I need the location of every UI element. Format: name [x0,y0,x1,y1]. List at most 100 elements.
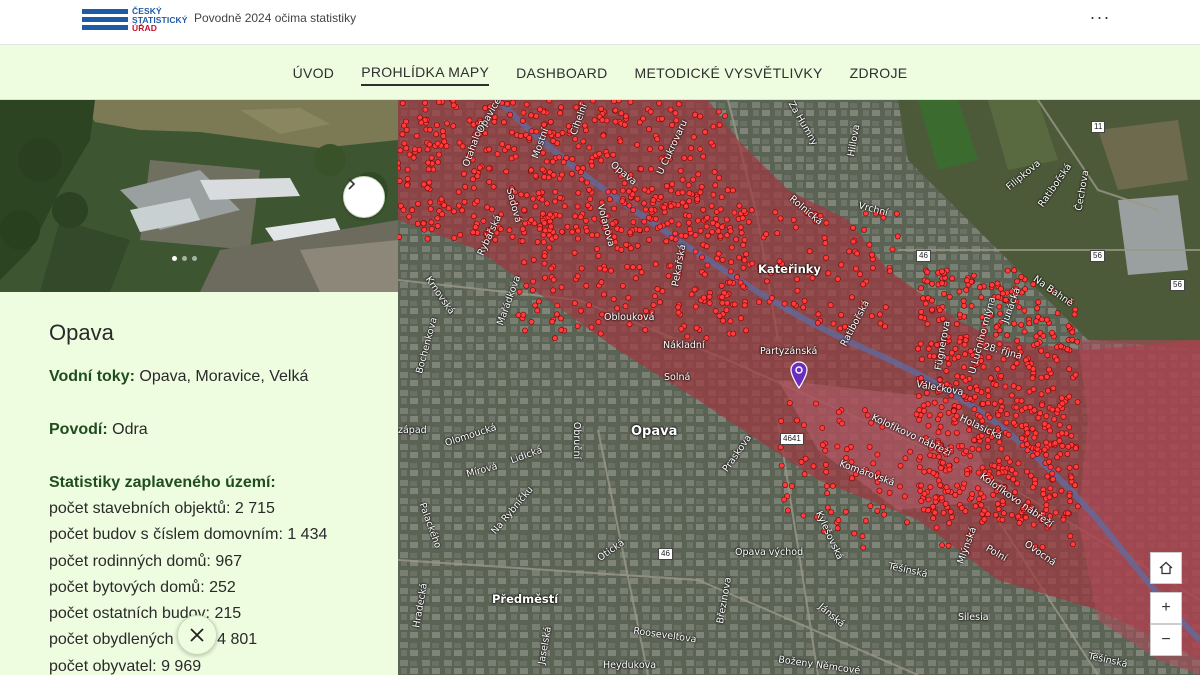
flooded-building-dot[interactable] [690,134,697,140]
flooded-building-dot[interactable] [539,166,546,173]
flooded-building-dot[interactable] [451,235,458,241]
flooded-building-dot[interactable] [1040,333,1047,339]
flooded-building-dot[interactable] [577,307,584,314]
flooded-building-dot[interactable] [461,171,467,177]
flooded-building-dot[interactable] [706,293,713,300]
flooded-building-dot[interactable] [544,200,550,207]
flooded-building-dot[interactable] [641,186,648,193]
flooded-building-dot[interactable] [938,494,945,501]
flooded-building-dot[interactable] [519,117,526,124]
flooded-building-dot[interactable] [996,457,1002,464]
flooded-building-dot[interactable] [518,191,525,198]
flooded-building-dot[interactable] [1028,472,1034,479]
flooded-building-dot[interactable] [942,397,949,404]
flooded-building-dot[interactable] [619,282,626,289]
flooded-building-dot[interactable] [578,265,585,272]
flooded-building-dot[interactable] [436,151,442,158]
flooded-building-dot[interactable] [688,291,695,298]
flooded-building-dot[interactable] [1059,400,1066,407]
flooded-building-dot[interactable] [398,160,401,166]
flooded-building-dot[interactable] [1056,437,1063,444]
flooded-building-dot[interactable] [549,158,556,165]
flooded-building-dot[interactable] [961,302,967,309]
flooded-building-dot[interactable] [967,384,973,391]
flooded-building-dot[interactable] [534,307,541,314]
flooded-building-dot[interactable] [924,269,931,276]
flooded-building-dot[interactable] [1058,343,1064,350]
flooded-building-dot[interactable] [825,270,832,277]
flooded-building-dot[interactable] [939,268,945,275]
flooded-building-dot[interactable] [401,140,408,147]
flooded-building-dot[interactable] [819,425,826,431]
flooded-building-dot[interactable] [806,248,813,255]
flooded-building-dot[interactable] [547,118,554,125]
flooded-building-dot[interactable] [554,302,561,309]
flooded-building-dot[interactable] [1067,498,1074,505]
flooded-building-dot[interactable] [1029,425,1036,432]
flooded-building-dot[interactable] [426,179,433,186]
carousel-next-button[interactable] [343,176,385,218]
flooded-building-dot[interactable] [998,373,1004,379]
flooded-building-dot[interactable] [981,516,988,523]
flooded-building-dot[interactable] [450,102,457,109]
flooded-building-dot[interactable] [626,202,633,209]
flooded-building-dot[interactable] [641,218,648,225]
flooded-building-dot[interactable] [1008,512,1015,518]
flooded-building-dot[interactable] [1073,463,1080,470]
flooded-building-dot[interactable] [586,302,592,308]
flooded-building-dot[interactable] [634,195,641,202]
flooded-building-dot[interactable] [612,107,619,114]
flooded-building-dot[interactable] [571,300,578,307]
flooded-building-dot[interactable] [1054,454,1061,461]
flooded-building-dot[interactable] [553,311,560,318]
flooded-building-dot[interactable] [962,377,969,384]
flooded-building-dot[interactable] [654,286,661,292]
flooded-building-dot[interactable] [866,241,873,248]
flooded-building-dot[interactable] [550,138,557,144]
flooded-building-dot[interactable] [698,183,705,190]
flooded-building-dot[interactable] [611,188,618,195]
flooded-building-dot[interactable] [550,172,557,178]
flooded-building-dot[interactable] [575,190,582,196]
flooded-building-dot[interactable] [669,122,675,128]
flooded-building-dot[interactable] [549,318,556,325]
flooded-building-dot[interactable] [440,133,447,140]
flooded-building-dot[interactable] [700,153,707,160]
flooded-building-dot[interactable] [942,500,949,507]
flooded-building-dot[interactable] [1044,352,1051,359]
flooded-building-dot[interactable] [823,254,829,261]
flooded-building-dot[interactable] [695,217,701,224]
flooded-building-dot[interactable] [945,430,951,437]
flooded-building-dot[interactable] [1014,480,1021,487]
flooded-building-dot[interactable] [398,234,403,240]
flooded-building-dot[interactable] [427,206,434,212]
carousel-dot[interactable] [192,256,197,261]
flooded-building-dot[interactable] [433,122,440,128]
flooded-building-dot[interactable] [932,494,939,501]
flooded-building-dot[interactable] [834,276,841,282]
flooded-building-dot[interactable] [959,443,965,449]
flooded-building-dot[interactable] [574,273,581,280]
flooded-building-dot[interactable] [686,213,693,219]
flooded-building-dot[interactable] [1009,467,1015,473]
flooded-building-dot[interactable] [877,320,884,327]
flooded-building-dot[interactable] [801,471,808,478]
flooded-building-dot[interactable] [723,216,730,223]
flooded-building-dot[interactable] [1068,432,1075,439]
flooded-building-dot[interactable] [434,215,441,222]
flooded-building-dot[interactable] [734,274,740,281]
flooded-building-dot[interactable] [535,298,542,305]
flooded-building-dot[interactable] [1038,374,1045,381]
flooded-building-dot[interactable] [896,483,903,490]
flooded-building-dot[interactable] [1035,299,1042,306]
flooded-building-dot[interactable] [946,466,953,473]
flooded-building-dot[interactable] [583,227,590,234]
flooded-building-dot[interactable] [740,264,747,271]
flooded-building-dot[interactable] [972,393,978,400]
flooded-building-dot[interactable] [781,496,788,503]
flooded-building-dot[interactable] [509,129,515,136]
flooded-building-dot[interactable] [550,276,557,283]
flooded-building-dot[interactable] [839,420,845,427]
flooded-building-dot[interactable] [421,226,428,233]
flooded-building-dot[interactable] [462,183,469,190]
